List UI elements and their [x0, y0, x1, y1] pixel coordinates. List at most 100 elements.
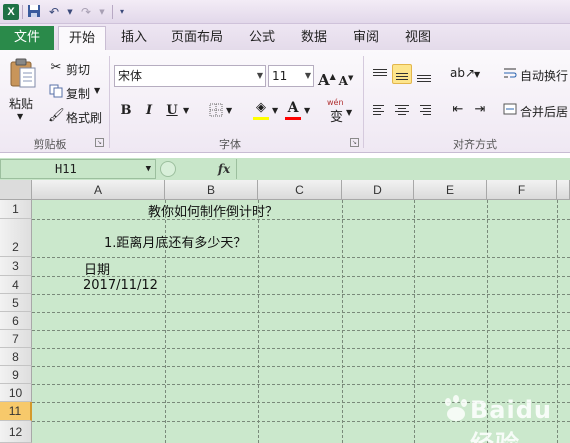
- merge-center-button[interactable]: 合并后居: [520, 103, 568, 120]
- row-header-1[interactable]: 1: [0, 200, 32, 219]
- paste-button[interactable]: 粘贴: [9, 95, 33, 112]
- row-header-4[interactable]: 4: [0, 276, 32, 294]
- scissors-icon[interactable]: ✂: [48, 60, 64, 76]
- increase-indent-icon[interactable]: ⇥: [472, 102, 488, 118]
- cell-a2[interactable]: 1.距离月底还有多少天？: [104, 232, 246, 251]
- paste-dropdown-icon[interactable]: ▼: [17, 112, 23, 121]
- row-header-3[interactable]: 3: [0, 257, 32, 276]
- fill-color-swatch: [253, 117, 269, 120]
- underline-button[interactable]: U: [163, 101, 181, 121]
- row-header-8[interactable]: 8: [0, 348, 32, 366]
- row-header-12[interactable]: 12: [0, 421, 32, 443]
- font-color-dropdown-icon[interactable]: ▼: [304, 106, 310, 115]
- column-header-c[interactable]: C: [258, 180, 342, 200]
- name-box[interactable]: H11 ▼: [0, 159, 156, 179]
- undo-icon[interactable]: ↶: [46, 4, 62, 20]
- align-center-button[interactable]: [392, 100, 412, 120]
- gridline: [342, 200, 343, 443]
- gridline: [32, 312, 570, 313]
- group-separator: [363, 56, 364, 148]
- shrink-font-button[interactable]: A▼: [338, 68, 354, 88]
- underline-dropdown-icon[interactable]: ▼: [183, 106, 189, 115]
- row-header-5[interactable]: 5: [0, 294, 32, 312]
- align-bottom-button[interactable]: [414, 64, 434, 84]
- fill-color-icon[interactable]: ◈: [253, 100, 269, 116]
- row-header-10[interactable]: 10: [0, 384, 32, 402]
- insert-function-button[interactable]: fx: [214, 159, 234, 179]
- undo-dropdown-icon[interactable]: ▼: [62, 4, 78, 20]
- copy-button[interactable]: 复制: [66, 85, 90, 102]
- watermark-text: Baidu经验: [470, 396, 552, 443]
- customize-toolbar-icon[interactable]: ▾: [114, 4, 130, 20]
- alignment-group-label: 对齐方式: [453, 138, 497, 151]
- tab-view[interactable]: 视图: [396, 26, 440, 50]
- gridline: [32, 330, 570, 331]
- wrap-text-icon[interactable]: [502, 66, 518, 82]
- column-header-overflow[interactable]: [557, 180, 570, 200]
- phonetic-guide-button[interactable]: 变: [330, 106, 343, 125]
- font-size-value: 11: [272, 69, 288, 83]
- tab-home[interactable]: 开始: [58, 26, 106, 50]
- phonetic-dropdown-icon[interactable]: ▼: [346, 108, 352, 117]
- tab-formulas[interactable]: 公式: [240, 26, 284, 50]
- align-right-button[interactable]: [414, 100, 434, 120]
- orientation-dropdown-icon[interactable]: ▼: [474, 70, 480, 79]
- cell-a3[interactable]: 日期: [84, 259, 110, 278]
- title-bar: X ↶ ▼ ↷ ▼ ▾: [0, 0, 570, 24]
- borders-dropdown-icon[interactable]: ▼: [226, 106, 232, 115]
- font-color-icon[interactable]: A: [285, 100, 301, 116]
- row-header-7[interactable]: 7: [0, 330, 32, 348]
- align-left-button[interactable]: [370, 100, 390, 120]
- row-header-9[interactable]: 9: [0, 366, 32, 384]
- format-painter-button[interactable]: 格式刷: [66, 109, 102, 126]
- bold-button[interactable]: B: [117, 101, 135, 121]
- formula-bar-grip-icon[interactable]: [160, 161, 176, 177]
- font-name-combo[interactable]: 宋体 ▼: [114, 65, 266, 87]
- font-launcher-icon[interactable]: ↘: [350, 138, 359, 147]
- grow-font-button[interactable]: A▲: [318, 66, 336, 89]
- align-middle-button[interactable]: [392, 64, 412, 84]
- font-size-combo[interactable]: 11 ▼: [268, 65, 314, 87]
- separator: [22, 5, 23, 19]
- copy-dropdown-icon[interactable]: ▼: [94, 86, 100, 95]
- column-header-a[interactable]: A: [32, 180, 165, 200]
- clipboard-launcher-icon[interactable]: ↘: [95, 138, 104, 147]
- cell-a4[interactable]: 2017/11/12: [83, 278, 158, 293]
- gridline: [32, 366, 570, 367]
- ribbon-tabs: 文件 开始 插入 页面布局 公式 数据 审阅 视图: [0, 24, 570, 50]
- tab-insert[interactable]: 插入: [112, 26, 156, 50]
- italic-button[interactable]: I: [140, 101, 158, 121]
- cut-button[interactable]: 剪切: [66, 61, 90, 78]
- tab-review[interactable]: 审阅: [344, 26, 388, 50]
- format-painter-icon[interactable]: 🖌: [48, 108, 65, 124]
- row-header-6[interactable]: 6: [0, 312, 32, 330]
- wrap-text-button[interactable]: 自动换行: [520, 67, 568, 84]
- select-all-corner[interactable]: [0, 180, 32, 200]
- paste-icon[interactable]: [9, 58, 37, 90]
- orientation-icon[interactable]: ab↗: [450, 66, 475, 82]
- excel-app-icon[interactable]: X: [3, 4, 19, 20]
- row-header-11[interactable]: 11: [0, 402, 32, 421]
- align-top-button[interactable]: [370, 64, 390, 84]
- chevron-down-icon: ▼: [145, 164, 151, 174]
- redo-icon[interactable]: ↷: [78, 4, 94, 20]
- decrease-indent-icon[interactable]: ⇤: [450, 102, 466, 118]
- cell-b1[interactable]: 教你如何制作倒计时？: [148, 201, 278, 220]
- row-header-2[interactable]: 2: [0, 219, 32, 257]
- tab-data[interactable]: 数据: [292, 26, 336, 50]
- borders-icon[interactable]: [208, 103, 224, 119]
- column-header-f[interactable]: F: [487, 180, 557, 200]
- tab-file[interactable]: 文件: [0, 26, 54, 50]
- merge-center-icon[interactable]: [502, 102, 518, 118]
- grow-font-glyph: A: [318, 71, 330, 89]
- redo-dropdown-icon[interactable]: ▼: [94, 4, 110, 20]
- fill-color-dropdown-icon[interactable]: ▼: [272, 106, 278, 115]
- formula-input[interactable]: [236, 159, 570, 179]
- group-separator: [109, 56, 110, 148]
- column-header-e[interactable]: E: [414, 180, 487, 200]
- column-header-d[interactable]: D: [342, 180, 414, 200]
- tab-page-layout[interactable]: 页面布局: [164, 26, 230, 50]
- save-icon[interactable]: [26, 4, 42, 20]
- copy-icon[interactable]: [48, 84, 64, 100]
- column-header-b[interactable]: B: [165, 180, 258, 200]
